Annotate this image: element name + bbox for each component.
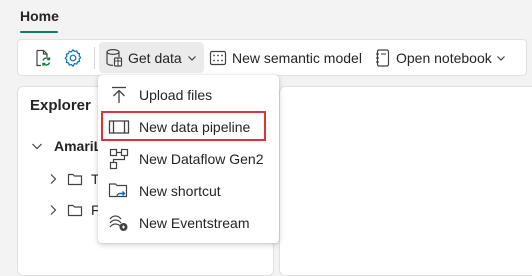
get-data-menu: Upload files New data pipeline New Dataf…: [98, 75, 279, 243]
menu-item-new-eventstream[interactable]: New Eventstream: [98, 207, 279, 239]
new-semantic-model-label: New semantic model: [232, 49, 362, 66]
menu-item-upload-files[interactable]: Upload files: [98, 79, 279, 111]
home-ribbon: Get data New semantic model Open noteboo…: [17, 39, 527, 76]
open-notebook-label: Open notebook: [396, 49, 492, 66]
menu-item-label: New data pipeline: [139, 119, 251, 135]
eventstream-icon: [108, 212, 130, 234]
chevron-down-icon: [187, 53, 197, 63]
menu-item-new-dataflow-gen2[interactable]: New Dataflow Gen2: [98, 143, 279, 175]
ribbon-tab-bar: Home: [0, 0, 532, 34]
menu-item-label: New Dataflow Gen2: [139, 151, 264, 167]
explorer-title: Explorer: [30, 97, 91, 114]
folder-icon: [67, 203, 83, 217]
refresh-button[interactable]: [32, 40, 52, 75]
folder-icon: [67, 172, 83, 186]
toolbar-separator: [94, 47, 95, 69]
tab-home[interactable]: Home: [20, 8, 59, 24]
shortcut-icon: [108, 180, 130, 202]
semantic-model-icon: [209, 49, 227, 67]
tree-item-workspace[interactable]: AmariL: [30, 138, 102, 154]
chevron-down-icon: [30, 139, 44, 153]
chevron-right-icon: [47, 172, 59, 186]
new-semantic-model-button[interactable]: New semantic model: [209, 40, 362, 75]
gear-icon: [63, 48, 83, 68]
chevron-down-icon: [496, 53, 506, 63]
menu-item-label: New Eventstream: [139, 215, 250, 231]
tree-item-label: AmariL: [54, 138, 103, 154]
notebook-icon: [375, 48, 391, 68]
open-notebook-button[interactable]: Open notebook: [375, 40, 506, 75]
menu-item-new-data-pipeline[interactable]: New data pipeline: [98, 111, 279, 143]
tree-item-folder[interactable]: T: [47, 171, 100, 187]
get-data-button[interactable]: Get data: [105, 40, 197, 75]
menu-item-new-shortcut[interactable]: New shortcut: [98, 175, 279, 207]
menu-item-label: New shortcut: [139, 183, 221, 199]
refresh-icon: [32, 48, 52, 68]
pipeline-icon: [108, 116, 130, 138]
settings-button[interactable]: [63, 40, 83, 75]
tree-item-folder[interactable]: F: [47, 202, 100, 218]
chevron-right-icon: [47, 203, 59, 217]
tab-home-underline: [20, 31, 58, 33]
get-data-label: Get data: [128, 49, 182, 66]
database-icon: [105, 48, 123, 68]
main-canvas: [279, 86, 532, 276]
menu-item-label: Upload files: [139, 87, 213, 103]
upload-icon: [108, 84, 130, 106]
dataflow-icon: [108, 148, 130, 170]
